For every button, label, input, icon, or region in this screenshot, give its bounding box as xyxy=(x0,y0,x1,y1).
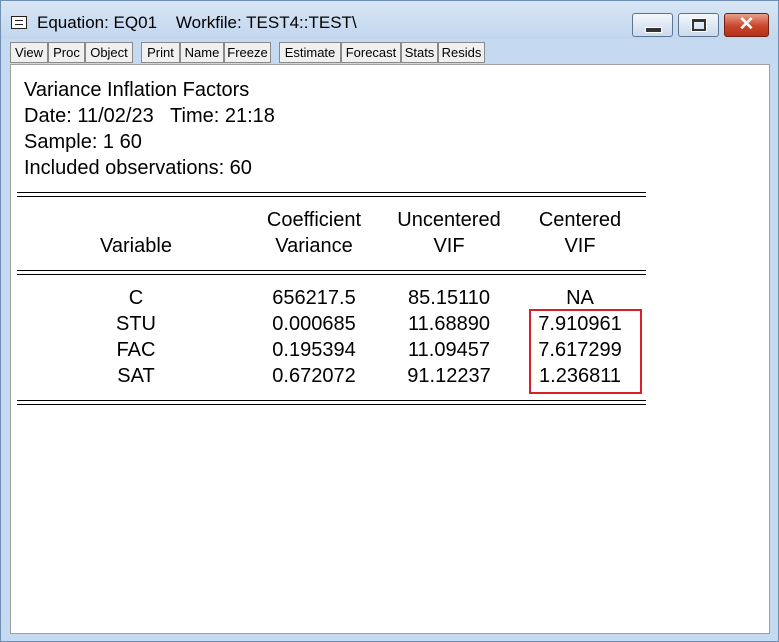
estimate-button[interactable]: Estimate xyxy=(279,42,341,63)
row-c-centered-vif: NA xyxy=(566,287,594,309)
row-fac-variable: FAC xyxy=(116,339,156,361)
header-centered-line1: Centered xyxy=(538,209,622,231)
close-button[interactable]: ✕ xyxy=(724,13,769,37)
table-bottom-rule xyxy=(17,400,646,405)
date-time-line: Date: 11/02/23 Time: 21:18 xyxy=(24,105,275,127)
proc-button[interactable]: Proc xyxy=(48,42,85,63)
minimize-button[interactable] xyxy=(632,13,673,37)
maximize-icon xyxy=(691,18,707,32)
minimize-icon xyxy=(645,27,662,33)
row-c-variable: C xyxy=(128,287,144,309)
report-heading: Variance Inflation Factors xyxy=(24,79,250,101)
window-menu-icon[interactable] xyxy=(11,16,27,29)
stats-button[interactable]: Stats xyxy=(401,42,438,63)
row-stu-variable: STU xyxy=(116,313,156,335)
print-button[interactable]: Print xyxy=(141,42,180,63)
output-view[interactable]: Variance Inflation Factors Date: 11/02/2… xyxy=(10,64,770,634)
object-button[interactable]: Object xyxy=(85,42,133,63)
resids-button[interactable]: Resids xyxy=(438,42,485,63)
sample-line: Sample: 1 60 xyxy=(24,131,142,153)
title-bar[interactable]: Equation: EQ01 Workfile: TEST4::TEST\ ✕ xyxy=(1,1,778,39)
header-variable: Variable xyxy=(100,235,172,257)
row-sat-variable: SAT xyxy=(117,365,155,387)
close-icon: ✕ xyxy=(738,14,755,35)
equation-window: Equation: EQ01 Workfile: TEST4::TEST\ ✕ … xyxy=(0,0,779,642)
header-top-rule xyxy=(17,192,646,197)
freeze-button[interactable]: Freeze xyxy=(224,42,271,63)
header-bottom-rule xyxy=(17,270,646,275)
centered-vif-highlight-box xyxy=(529,309,642,394)
view-button[interactable]: View xyxy=(10,42,48,63)
window-title: Equation: EQ01 Workfile: TEST4::TEST\ xyxy=(37,13,357,32)
forecast-button[interactable]: Forecast xyxy=(341,42,401,63)
name-button[interactable]: Name xyxy=(180,42,224,63)
maximize-button[interactable] xyxy=(678,13,719,37)
observations-line: Included observations: 60 xyxy=(24,157,252,179)
header-centered-line2: VIF xyxy=(564,235,596,257)
